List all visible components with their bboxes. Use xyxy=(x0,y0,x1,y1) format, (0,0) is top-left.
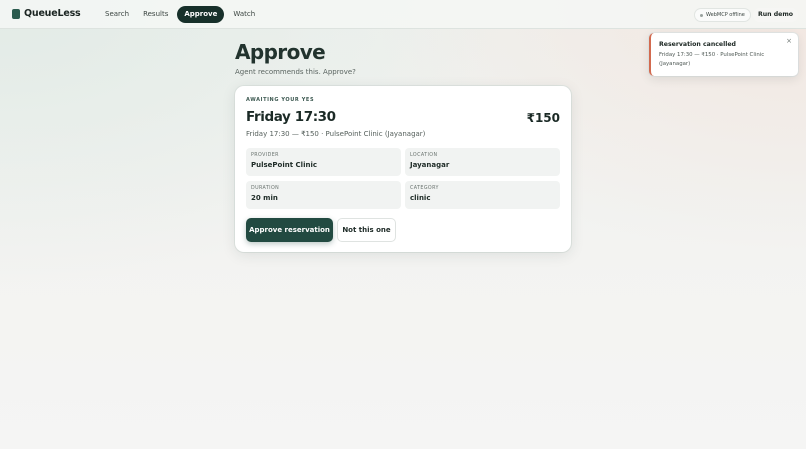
toast-title: Reservation cancelled xyxy=(659,41,736,48)
logo-mark-icon xyxy=(12,8,20,19)
status-dot-icon xyxy=(700,13,703,17)
main-nav: Search Results Approve Watch xyxy=(100,6,260,23)
field-value: PulsePoint Clinic xyxy=(251,161,318,169)
location-field: LOCATION Jayanagar xyxy=(405,148,560,176)
brand-logo[interactable]: QueueLess xyxy=(12,8,81,19)
field-label: LOCATION xyxy=(410,153,438,158)
approval-card: AWAITING YOUR YES Friday 17:30 ₹150 Frid… xyxy=(235,86,571,252)
run-demo-button[interactable]: Run demo xyxy=(753,8,799,22)
duration-field: DURATION 20 min xyxy=(246,181,401,209)
field-label: CATEGORY xyxy=(410,186,439,191)
nav-item-results[interactable]: Results xyxy=(138,6,173,23)
webmcp-status-label: WebMCP offline xyxy=(706,12,745,18)
page-title: Approve xyxy=(235,40,326,64)
provider-field: PROVIDER PulsePoint Clinic xyxy=(246,148,401,176)
card-eyebrow: AWAITING YOUR YES xyxy=(246,97,315,103)
category-field: CATEGORY clinic xyxy=(405,181,560,209)
approve-reservation-button[interactable]: Approve reservation xyxy=(246,218,333,242)
close-icon[interactable]: × xyxy=(786,37,792,45)
slot-price: ₹150 xyxy=(526,111,560,125)
nav-item-watch[interactable]: Watch xyxy=(228,6,260,23)
webmcp-status-badge: WebMCP offline xyxy=(694,8,751,22)
field-label: DURATION xyxy=(251,186,280,191)
field-value: clinic xyxy=(410,194,431,202)
page-subtitle: Agent recommends this. Approve? xyxy=(235,68,356,76)
field-value: 20 min xyxy=(251,194,278,202)
slot-title: Friday 17:30 xyxy=(246,109,336,125)
top-navigation-bar: QueueLess Search Results Approve Watch W… xyxy=(0,0,806,29)
nav-item-approve[interactable]: Approve xyxy=(177,6,225,23)
brand-name: QueueLess xyxy=(24,8,81,19)
not-this-one-button[interactable]: Not this one xyxy=(337,218,396,242)
notification-toast: Reservation cancelled Friday 17:30 — ₹15… xyxy=(649,33,798,76)
nav-item-search[interactable]: Search xyxy=(100,6,134,23)
field-label: PROVIDER xyxy=(251,153,279,158)
toast-body: Friday 17:30 — ₹150 · PulsePoint Clinic … xyxy=(659,52,765,67)
slot-summary: Friday 17:30 — ₹150 · PulsePoint Clinic … xyxy=(246,130,426,138)
field-value: Jayanagar xyxy=(410,161,450,169)
